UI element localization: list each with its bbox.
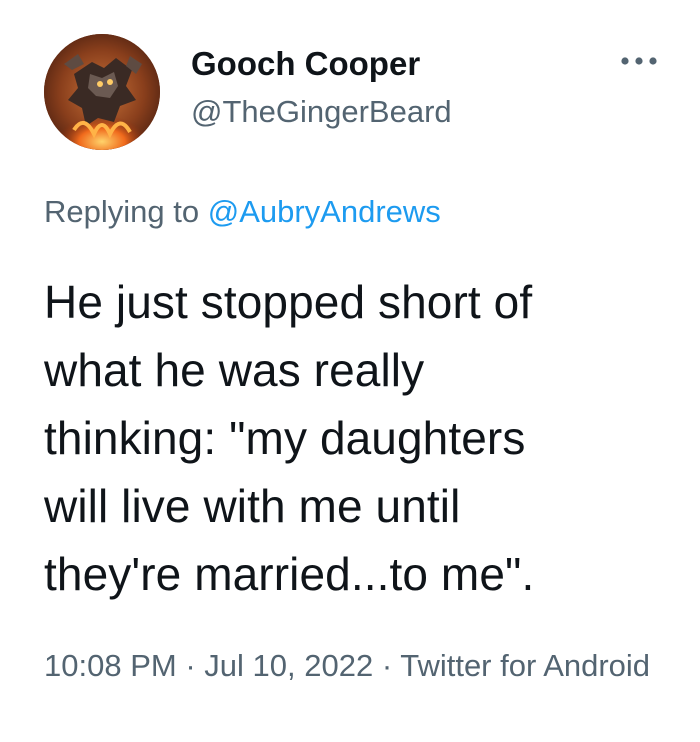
avatar-image	[44, 34, 160, 150]
tweet-text-line: He just stopped short of	[44, 276, 533, 328]
tweet-metadata: 10:08 PM · Jul 10, 2022 · Twitter for An…	[44, 640, 664, 692]
reply-prefix: Replying to	[44, 194, 200, 229]
tweet-text-line: thinking: "my daughters	[44, 412, 526, 464]
tweet-time[interactable]: 10:08 PM	[44, 648, 177, 683]
author-handle[interactable]: @TheGingerBeard	[191, 90, 452, 134]
author-name[interactable]: Gooch Cooper	[191, 42, 420, 86]
metadata-separator: ·	[185, 648, 196, 683]
tweet-card: Gooch Cooper @TheGingerBeard Replying to…	[0, 0, 700, 742]
more-options-icon	[621, 57, 657, 65]
tweet-text: He just stopped short of what he was rea…	[44, 268, 684, 608]
tweet-text-line: what he was really	[44, 344, 425, 396]
tweet-text-line: they're married...to me".	[44, 548, 535, 600]
reply-mention-link[interactable]: @AubryAndrews	[208, 194, 441, 229]
reply-context: Replying to @AubryAndrews	[44, 190, 441, 234]
tweet-source-link[interactable]: Twitter for Android	[400, 648, 650, 683]
tweet-text-line: will live with me until	[44, 480, 461, 532]
more-options-button[interactable]	[612, 46, 666, 76]
tweet-date[interactable]: Jul 10, 2022	[204, 648, 373, 683]
metadata-separator: ·	[381, 648, 393, 683]
avatar[interactable]	[44, 34, 160, 150]
